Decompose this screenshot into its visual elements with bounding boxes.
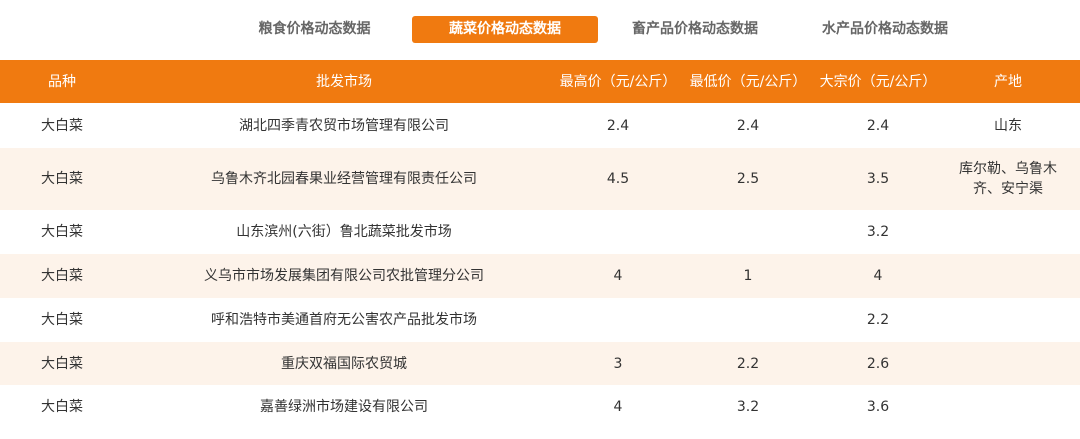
tab-grain-prices[interactable]: 粮食价格动态数据: [236, 16, 393, 43]
tab-aquatic-prices[interactable]: 水产品价格动态数据: [806, 16, 964, 43]
cell-max-price: [555, 210, 681, 254]
cell-min-price: 2.5: [736, 171, 760, 187]
header-variety: 品种: [48, 73, 76, 90]
cell-bulk-price: 2.2: [866, 312, 890, 328]
cell-max-price: 4: [613, 268, 623, 284]
category-tabs: 粮食价格动态数据 蔬菜价格动态数据 畜产品价格动态数据 水产品价格动态数据: [0, 0, 1080, 60]
header-max-price: 最高价（元/公斤）: [559, 73, 677, 90]
cell-max-price: 2.4: [606, 117, 630, 134]
header-origin: 产地: [994, 73, 1022, 90]
cell-max-price: 4: [613, 399, 623, 415]
tab-vegetable-prices[interactable]: 蔬菜价格动态数据: [412, 16, 598, 43]
header-market: 批发市场: [316, 73, 372, 90]
cell-origin: 山东: [994, 117, 1022, 134]
table-row: 大白菜 重庆双福国际农贸城 3 2.2 2.6: [0, 342, 1080, 385]
cell-origin: [942, 342, 1074, 385]
cell-origin: [942, 210, 1074, 254]
cell-origin: 库尔勒、乌鲁木齐、安宁渠: [959, 161, 1057, 197]
table-row: 大白菜 嘉善绿洲市场建设有限公司 4 3.2 3.6: [0, 385, 1080, 429]
cell-bulk-price: 3.6: [866, 399, 890, 415]
cell-origin: [942, 254, 1074, 298]
cell-origin: [942, 385, 1074, 429]
cell-variety: 大白菜: [41, 117, 83, 134]
cell-bulk-price: 3.2: [866, 224, 890, 240]
cell-min-price: [685, 298, 811, 342]
cell-variety: 大白菜: [41, 312, 83, 328]
cell-max-price: 4.5: [606, 171, 630, 187]
cell-origin: [942, 298, 1074, 342]
cell-max-price: [555, 298, 681, 342]
table-header-row: 品种 批发市场 最高价（元/公斤） 最低价（元/公斤） 大宗价（元/公斤） 产地: [0, 60, 1080, 103]
cell-bulk-price: 2.4: [866, 117, 890, 134]
cell-max-price: 3: [613, 355, 623, 372]
cell-market: 山东滨州(六街）鲁北蔬菜批发市场: [236, 224, 452, 240]
price-table: 品种 批发市场 最高价（元/公斤） 最低价（元/公斤） 大宗价（元/公斤） 产地…: [0, 60, 1080, 429]
header-bulk-price: 大宗价（元/公斤）: [819, 73, 937, 90]
cell-bulk-price: 2.6: [866, 355, 890, 372]
cell-min-price: [685, 210, 811, 254]
tab-livestock-prices[interactable]: 畜产品价格动态数据: [616, 16, 774, 43]
cell-market: 乌鲁木齐北园春果业经营管理有限责任公司: [211, 171, 477, 187]
cell-market: 义乌市市场发展集团有限公司农批管理分公司: [204, 268, 484, 284]
table-row: 大白菜 义乌市市场发展集团有限公司农批管理分公司 4 1 4: [0, 254, 1080, 298]
cell-variety: 大白菜: [41, 268, 83, 284]
cell-min-price: 2.4: [736, 117, 760, 134]
cell-bulk-price: 4: [873, 268, 883, 284]
cell-variety: 大白菜: [41, 399, 83, 415]
cell-variety: 大白菜: [41, 224, 83, 240]
cell-market: 重庆双福国际农贸城: [281, 355, 407, 372]
header-min-price: 最低价（元/公斤）: [689, 73, 807, 90]
cell-market: 呼和浩特市美通首府无公害农产品批发市场: [211, 312, 477, 328]
cell-market: 湖北四季青农贸市场管理有限公司: [239, 117, 449, 134]
cell-variety: 大白菜: [41, 171, 83, 187]
cell-market: 嘉善绿洲市场建设有限公司: [260, 399, 428, 415]
cell-bulk-price: 3.5: [866, 171, 890, 187]
table-row: 大白菜 湖北四季青农贸市场管理有限公司 2.4 2.4 2.4 山东: [0, 103, 1080, 148]
cell-min-price: 2.2: [736, 355, 760, 372]
table-row: 大白菜 呼和浩特市美通首府无公害农产品批发市场 2.2: [0, 298, 1080, 342]
table-row: 大白菜 山东滨州(六街）鲁北蔬菜批发市场 3.2: [0, 210, 1080, 254]
cell-min-price: 1: [743, 268, 753, 284]
table-row: 大白菜 乌鲁木齐北园春果业经营管理有限责任公司 4.5 2.5 3.5 库尔勒、…: [0, 148, 1080, 210]
cell-min-price: 3.2: [736, 399, 760, 415]
cell-variety: 大白菜: [41, 355, 83, 372]
